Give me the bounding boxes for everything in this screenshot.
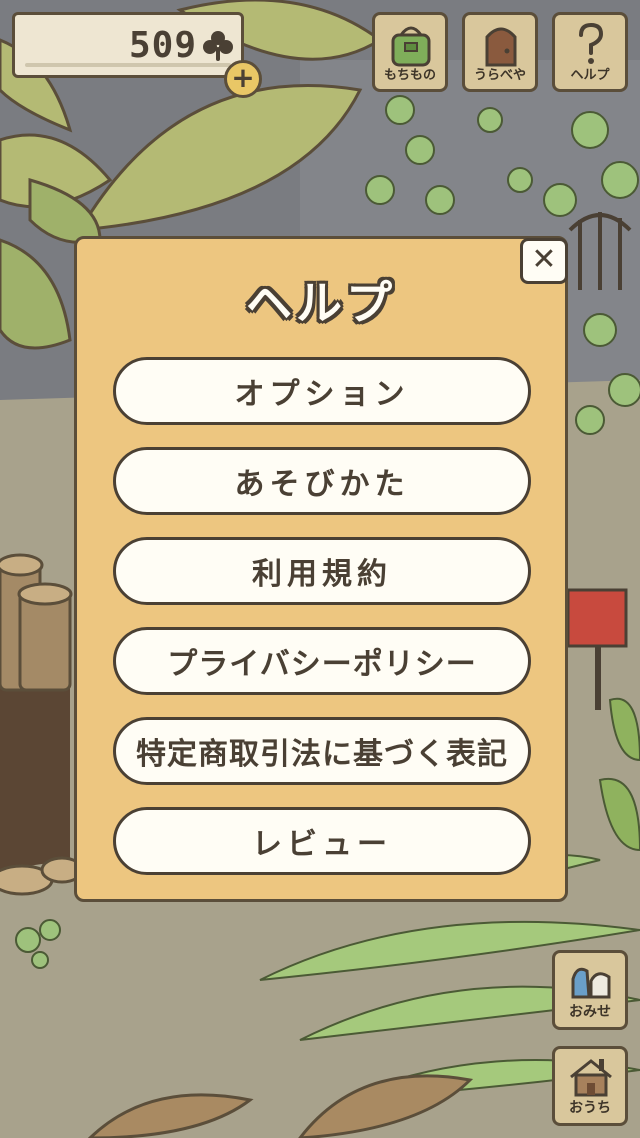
help-dialog: ヘルプ オプション あそびかた 利用規約 プライバシーポリシー 特定商取引法に基… [74, 236, 568, 902]
house-icon [570, 1059, 612, 1097]
clover-icon [203, 31, 233, 61]
dialog-title: ヘルプ [246, 276, 396, 330]
options-label: オプション [234, 377, 410, 412]
commercial-transactions-button[interactable]: 特定商取引法に基づく表記 [113, 717, 531, 785]
bag-icon [391, 26, 431, 67]
terms-of-use-label: 利用規約 [252, 557, 392, 592]
close-icon[interactable]: ✕ [520, 238, 568, 284]
privacy-policy-button[interactable]: プライバシーポリシー [113, 627, 531, 695]
how-to-play-label: あそびかた [234, 467, 410, 502]
commercial-transactions-label: 特定商取引法に基づく表記 [136, 737, 508, 772]
question-icon [579, 22, 604, 64]
inventory-label: もちもの [383, 68, 436, 83]
help-label: ヘルプ [570, 68, 610, 83]
options-button[interactable]: オプション [113, 357, 531, 425]
counter-underline [25, 63, 231, 67]
review-button[interactable]: レビュー [113, 807, 531, 875]
clover-counter: 509 [12, 12, 244, 78]
privacy-policy-label: プライバシーポリシー [167, 647, 477, 682]
back-room-label: うらべや [473, 68, 526, 83]
help-button[interactable]: ヘルプ [552, 12, 628, 92]
clover-count: 509 [128, 25, 197, 66]
home-label: おうち [569, 1100, 611, 1116]
add-clover-button[interactable]: + [224, 60, 262, 98]
terms-of-use-button[interactable]: 利用規約 [113, 537, 531, 605]
shop-icon [571, 967, 611, 999]
shop-label: おみせ [569, 1004, 611, 1020]
back-room-button[interactable]: うらべや [462, 12, 538, 92]
home-button[interactable]: おうち [552, 1046, 628, 1126]
review-label: レビュー [252, 827, 392, 862]
shop-button[interactable]: おみせ [552, 950, 628, 1030]
how-to-play-button[interactable]: あそびかた [113, 447, 531, 515]
door-icon [485, 27, 517, 67]
inventory-button[interactable]: もちもの [372, 12, 448, 92]
